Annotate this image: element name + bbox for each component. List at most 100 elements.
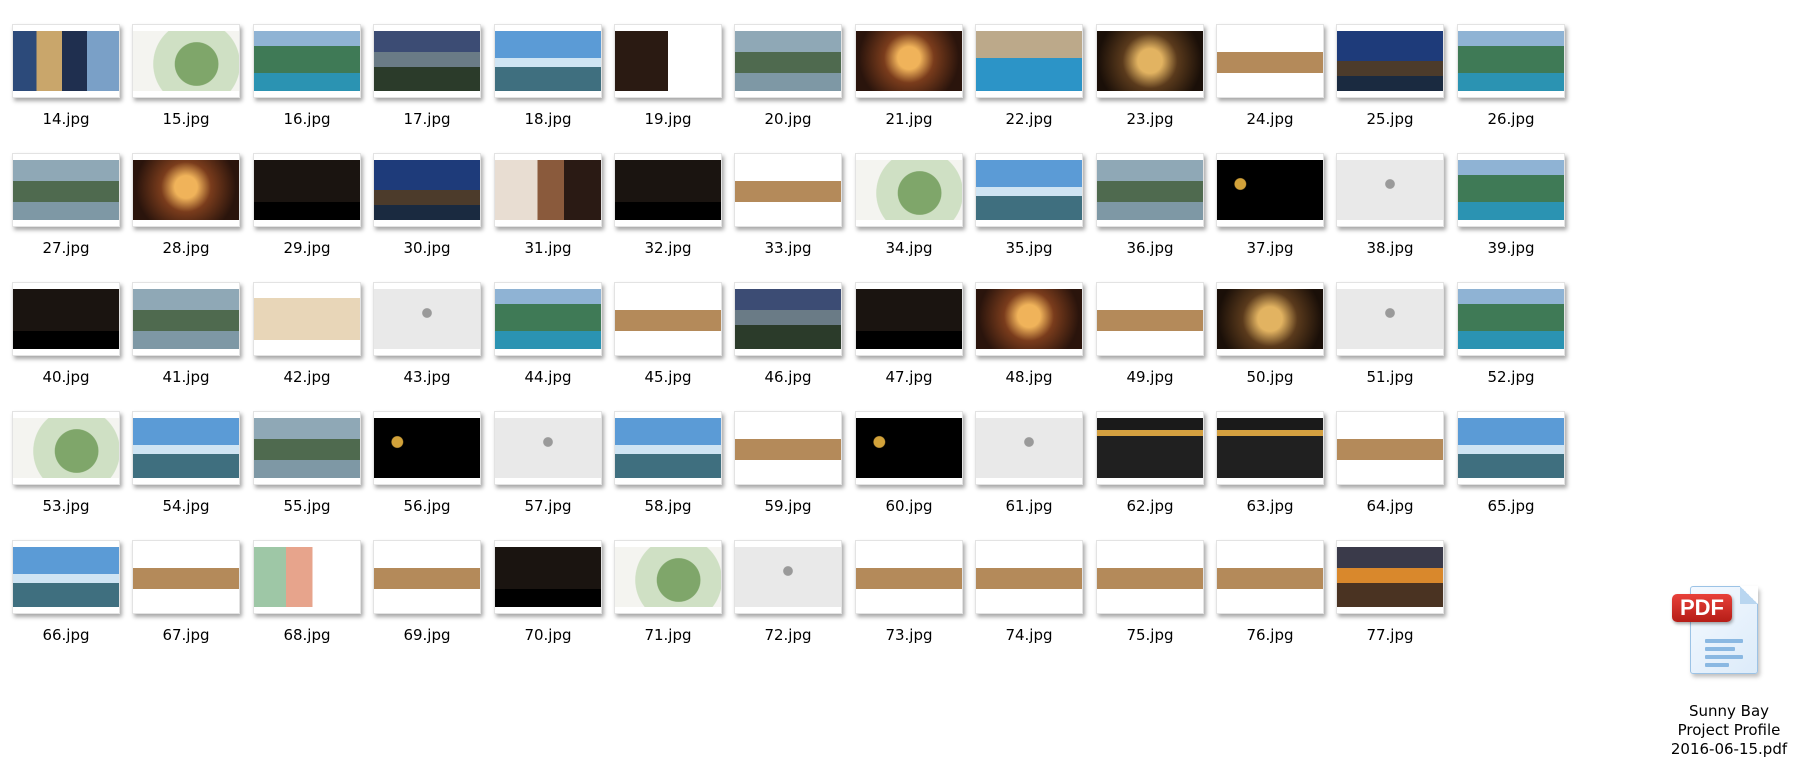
- file-thumbnail: [734, 282, 842, 356]
- file-thumbnail: [1216, 282, 1324, 356]
- file-item[interactable]: 60.jpg: [843, 387, 981, 535]
- file-item[interactable]: 69.jpg: [361, 516, 499, 664]
- file-item[interactable]: 58.jpg: [602, 387, 740, 535]
- file-item[interactable]: 35.jpg: [963, 129, 1101, 277]
- file-item[interactable]: 62.jpg: [1084, 387, 1222, 535]
- file-item[interactable]: 37.jpg: [1204, 129, 1342, 277]
- thumbnail-image: [1337, 289, 1443, 349]
- file-item[interactable]: 41.jpg: [120, 258, 258, 406]
- thumbnail-image: [976, 31, 1082, 91]
- file-item[interactable]: 27.jpg: [0, 129, 138, 277]
- file-item[interactable]: 14.jpg: [0, 0, 138, 148]
- file-name: 76.jpg: [1246, 626, 1294, 644]
- file-name: 19.jpg: [644, 110, 692, 128]
- file-item[interactable]: 28.jpg: [120, 129, 258, 277]
- thumbnail-image: [13, 31, 119, 91]
- file-item[interactable]: 17.jpg: [361, 0, 499, 148]
- file-item[interactable]: 56.jpg: [361, 387, 499, 535]
- file-name: 51.jpg: [1366, 368, 1414, 386]
- file-item[interactable]: 59.jpg: [722, 387, 860, 535]
- file-item[interactable]: 30.jpg: [361, 129, 499, 277]
- file-item[interactable]: 18.jpg: [482, 0, 620, 148]
- file-item[interactable]: 46.jpg: [722, 258, 860, 406]
- file-item[interactable]: 76.jpg: [1204, 516, 1342, 664]
- file-item[interactable]: 31.jpg: [482, 129, 620, 277]
- file-item[interactable]: 24.jpg: [1204, 0, 1342, 148]
- file-thumbnail: [734, 411, 842, 485]
- thumbnail-image: [495, 547, 601, 607]
- file-item[interactable]: 15.jpg: [120, 0, 258, 148]
- file-item[interactable]: 57.jpg: [482, 387, 620, 535]
- file-thumbnail: [132, 411, 240, 485]
- file-item[interactable]: 52.jpg: [1445, 258, 1583, 406]
- file-item[interactable]: 54.jpg: [120, 387, 258, 535]
- file-thumbnail: [373, 540, 481, 614]
- file-item[interactable]: 42.jpg: [241, 258, 379, 406]
- file-item[interactable]: 40.jpg: [0, 258, 138, 406]
- file-thumbnail: [373, 282, 481, 356]
- file-grid: 14.jpg 15.jpg 16.jpg 17.jpg 18.jpg 19.jpg 20.j…: [0, 0, 1798, 764]
- file-item[interactable]: 66.jpg: [0, 516, 138, 664]
- file-item[interactable]: 33.jpg: [722, 129, 860, 277]
- file-name: 41.jpg: [162, 368, 210, 386]
- file-thumbnail: [253, 411, 361, 485]
- file-item[interactable]: 63.jpg: [1204, 387, 1342, 535]
- file-item[interactable]: 48.jpg: [963, 258, 1101, 406]
- file-item[interactable]: 68.jpg: [241, 516, 379, 664]
- file-item[interactable]: 50.jpg: [1204, 258, 1342, 406]
- pdf-file-item[interactable]: PDF Sunny Bay Project Profile 2016-06-15…: [1660, 580, 1798, 764]
- file-name: 63.jpg: [1246, 497, 1294, 515]
- file-item[interactable]: 53.jpg: [0, 387, 138, 535]
- thumbnail-image: [1458, 31, 1564, 91]
- file-item[interactable]: 22.jpg: [963, 0, 1101, 148]
- file-item[interactable]: 21.jpg: [843, 0, 981, 148]
- thumbnail-image: [13, 418, 119, 478]
- file-item[interactable]: 74.jpg: [963, 516, 1101, 664]
- file-item[interactable]: 71.jpg: [602, 516, 740, 664]
- file-item[interactable]: 19.jpg: [602, 0, 740, 148]
- file-item[interactable]: 64.jpg: [1324, 387, 1462, 535]
- thumbnail-image: [1097, 31, 1203, 91]
- file-item[interactable]: 49.jpg: [1084, 258, 1222, 406]
- file-item[interactable]: 39.jpg: [1445, 129, 1583, 277]
- file-name: 21.jpg: [885, 110, 933, 128]
- file-item[interactable]: 70.jpg: [482, 516, 620, 664]
- file-item[interactable]: 45.jpg: [602, 258, 740, 406]
- file-item[interactable]: 72.jpg: [722, 516, 860, 664]
- file-item[interactable]: 16.jpg: [241, 0, 379, 148]
- file-name: 44.jpg: [524, 368, 572, 386]
- file-item[interactable]: 44.jpg: [482, 258, 620, 406]
- file-item[interactable]: 23.jpg: [1084, 0, 1222, 148]
- file-name: 16.jpg: [283, 110, 331, 128]
- file-item[interactable]: 73.jpg: [843, 516, 981, 664]
- file-item[interactable]: 36.jpg: [1084, 129, 1222, 277]
- file-item[interactable]: 32.jpg: [602, 129, 740, 277]
- file-item[interactable]: 51.jpg: [1324, 258, 1462, 406]
- file-item[interactable]: 47.jpg: [843, 258, 981, 406]
- file-item[interactable]: 43.jpg: [361, 258, 499, 406]
- file-item[interactable]: 55.jpg: [241, 387, 379, 535]
- file-item[interactable]: 20.jpg: [722, 0, 860, 148]
- thumbnail-image: [374, 289, 480, 349]
- file-name: 73.jpg: [885, 626, 933, 644]
- file-thumbnail: [1336, 282, 1444, 356]
- file-item[interactable]: 34.jpg: [843, 129, 981, 277]
- file-thumbnail: [975, 153, 1083, 227]
- file-name: 57.jpg: [524, 497, 572, 515]
- file-item[interactable]: 25.jpg: [1324, 0, 1462, 148]
- file-name: 30.jpg: [403, 239, 451, 257]
- file-item[interactable]: 75.jpg: [1084, 516, 1222, 664]
- file-item[interactable]: 65.jpg: [1445, 387, 1583, 535]
- file-item[interactable]: 29.jpg: [241, 129, 379, 277]
- file-item[interactable]: 77.jpg: [1324, 516, 1462, 664]
- file-thumbnail: [373, 153, 481, 227]
- file-name: 77.jpg: [1366, 626, 1414, 644]
- file-item[interactable]: 61.jpg: [963, 387, 1101, 535]
- file-thumbnail: [253, 24, 361, 98]
- file-item[interactable]: 26.jpg: [1445, 0, 1583, 148]
- thumbnail-image: [254, 289, 360, 349]
- file-item[interactable]: 38.jpg: [1324, 129, 1462, 277]
- file-item[interactable]: 67.jpg: [120, 516, 258, 664]
- file-name: 66.jpg: [42, 626, 90, 644]
- file-name: 18.jpg: [524, 110, 572, 128]
